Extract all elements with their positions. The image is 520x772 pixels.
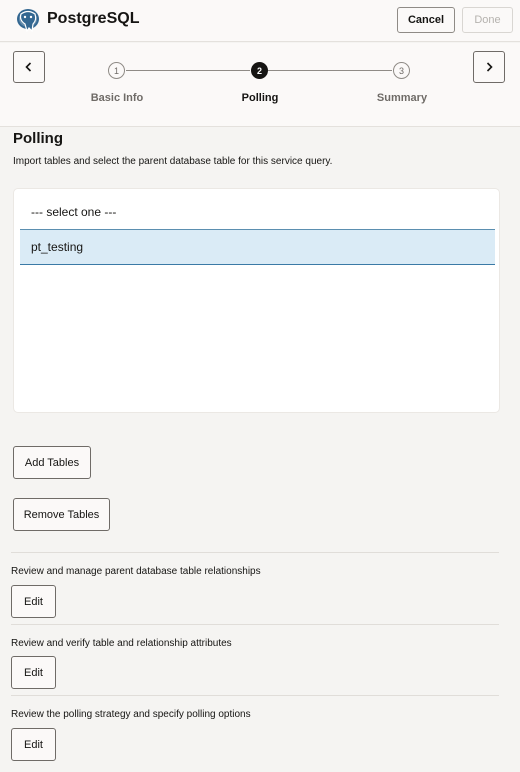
review-polling-text: Review the polling strategy and specify … [11, 709, 251, 720]
postgresql-elephant-icon [17, 9, 39, 33]
section-divider [11, 552, 499, 553]
list-item-pt-testing[interactable]: pt_testing [20, 230, 495, 265]
step-3-indicator[interactable]: 3 [393, 62, 410, 79]
next-step-button[interactable] [473, 51, 505, 83]
done-button[interactable]: Done [462, 7, 513, 33]
app-title: PostgreSQL [47, 10, 140, 27]
cancel-button[interactable]: Cancel [397, 7, 455, 33]
step-connector [268, 70, 392, 71]
remove-tables-button[interactable]: Remove Tables [13, 498, 110, 531]
step-2-label[interactable]: Polling [200, 92, 320, 104]
step-train: 1 2 3 Basic Info Polling Summary [0, 43, 520, 127]
edit-relationships-button[interactable]: Edit [11, 585, 56, 618]
chevron-right-icon [486, 62, 493, 72]
review-attributes-text: Review and verify table and relationship… [11, 638, 232, 649]
chevron-left-icon [25, 62, 32, 72]
step-connector [126, 70, 250, 71]
list-placeholder-option[interactable]: --- select one --- [20, 195, 495, 230]
step-2-indicator[interactable]: 2 [251, 62, 268, 79]
edit-polling-button[interactable]: Edit [11, 728, 56, 761]
step-3-label[interactable]: Summary [342, 92, 462, 104]
previous-step-button[interactable] [13, 51, 45, 83]
step-1-label[interactable]: Basic Info [57, 92, 177, 104]
section-title: Polling [13, 130, 63, 147]
edit-attributes-button[interactable]: Edit [11, 656, 56, 689]
section-divider [11, 624, 499, 625]
section-description: Import tables and select the parent data… [13, 156, 333, 167]
table-listbox[interactable]: --- select one --- pt_testing [13, 188, 500, 413]
add-tables-button[interactable]: Add Tables [13, 446, 91, 479]
review-relationships-text: Review and manage parent database table … [11, 566, 261, 577]
section-divider [11, 695, 499, 696]
header-bar: PostgreSQL Cancel Done [0, 0, 520, 42]
step-1-indicator[interactable]: 1 [108, 62, 125, 79]
